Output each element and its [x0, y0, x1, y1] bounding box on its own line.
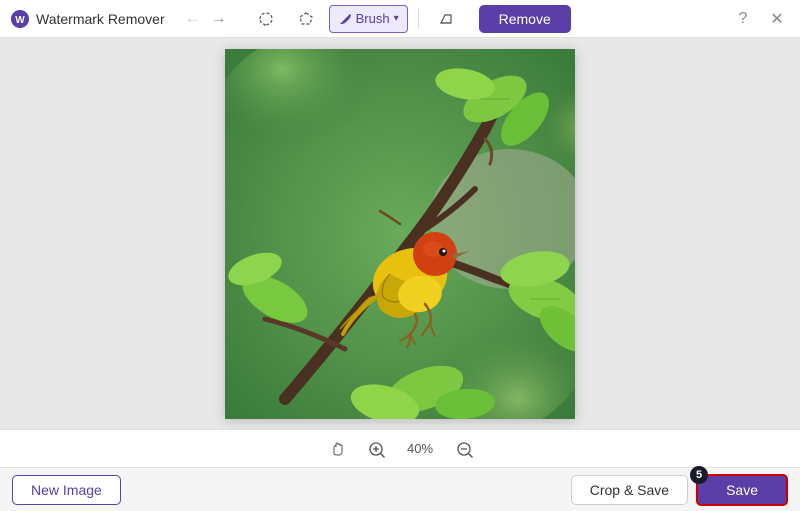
toolbar: Brush ▾ — [249, 5, 463, 33]
eraser-tool-button[interactable] — [429, 5, 463, 33]
zoom-out-button[interactable] — [450, 435, 478, 463]
app-title: Watermark Remover — [36, 11, 165, 27]
crop-save-button[interactable]: Crop & Save — [571, 475, 688, 505]
nav-controls: ← → — [181, 7, 231, 31]
redo-button[interactable]: → — [207, 7, 231, 31]
title-bar: W Watermark Remover ← → — [0, 0, 800, 38]
zoom-out-icon — [455, 440, 473, 458]
hand-tool-button[interactable] — [322, 435, 350, 463]
canvas-area — [0, 38, 800, 429]
brush-dropdown-arrow: ▾ — [394, 13, 399, 24]
zoom-level: 40% — [402, 441, 438, 456]
brush-tool-button[interactable]: Brush ▾ — [329, 5, 408, 33]
eraser-icon — [438, 11, 454, 27]
lasso-icon — [258, 11, 274, 27]
brush-icon — [338, 12, 352, 26]
save-button-wrapper: 5 Save — [696, 474, 788, 506]
toolbar-divider — [418, 9, 419, 29]
step-badge: 5 — [690, 466, 708, 484]
new-image-button[interactable]: New Image — [12, 475, 121, 505]
main-image — [225, 49, 575, 419]
hand-icon — [327, 440, 345, 458]
remove-button[interactable]: Remove — [479, 5, 571, 33]
help-button[interactable]: ? — [730, 6, 756, 32]
svg-text:W: W — [15, 15, 25, 26]
title-left: W Watermark Remover ← → — [10, 5, 571, 33]
zoom-in-icon — [367, 440, 385, 458]
zoom-in-button[interactable] — [362, 435, 390, 463]
polygon-tool-button[interactable] — [289, 5, 323, 33]
image-container — [225, 49, 575, 419]
zoom-bar: 40% — [0, 429, 800, 467]
polygon-icon — [298, 11, 314, 27]
title-right: ? ✕ — [730, 6, 790, 32]
undo-button[interactable]: ← — [181, 7, 205, 31]
save-button[interactable]: Save — [696, 474, 788, 506]
footer-right: Crop & Save 5 Save — [571, 474, 788, 506]
footer: New Image Crop & Save 5 Save — [0, 467, 800, 511]
close-button[interactable]: ✕ — [764, 6, 790, 32]
app-logo-icon: W — [10, 9, 30, 29]
lasso-tool-button[interactable] — [249, 5, 283, 33]
